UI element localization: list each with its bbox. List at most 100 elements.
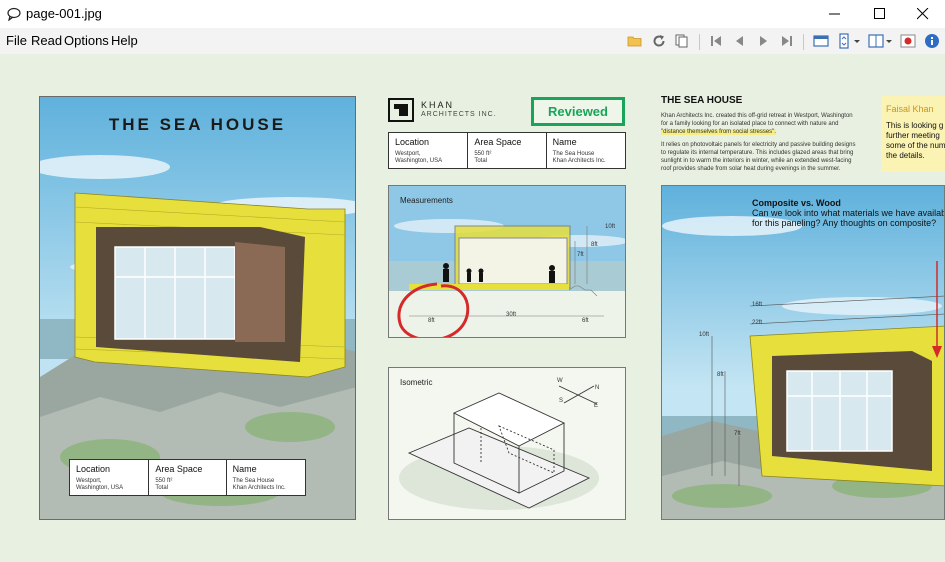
- para2-line3: sunlight in to warm the interiors in win…: [661, 158, 852, 164]
- menu-file[interactable]: File: [6, 33, 27, 48]
- para1-highlight: "distance themselves from social stresse…: [661, 129, 776, 135]
- zoom-icon[interactable]: [836, 33, 852, 49]
- isometric-panel: Isometric W N S E: [388, 367, 626, 520]
- isometric-drawing: [399, 385, 599, 510]
- para2-line2: to regulate its internal temperature. Th…: [661, 150, 854, 156]
- name-cell: Name The Sea House Khan Architects Inc.: [547, 133, 625, 168]
- note-line3: some of the num: [886, 141, 945, 150]
- para1-line1: Khan Architects Inc. created this off-gr…: [661, 113, 853, 119]
- minimize-icon: [829, 13, 840, 15]
- location-line2: Washington, USA: [76, 485, 124, 491]
- close-button[interactable]: [901, 0, 945, 28]
- title-bar: page-001.jpg: [0, 0, 945, 28]
- para1-line2: for a family looking for an isolated pla…: [661, 121, 839, 127]
- note-line4: the details.: [886, 151, 925, 160]
- menu-bar: File Read Options Help: [0, 28, 945, 54]
- location-line1: Westport,: [395, 151, 421, 157]
- record-icon[interactable]: [900, 33, 916, 49]
- name-line1: The Sea House: [232, 478, 275, 484]
- sea-house-illustration: [40, 97, 355, 519]
- chevron-down-icon[interactable]: [884, 33, 894, 49]
- prev-page-icon[interactable]: [732, 33, 748, 49]
- dim-8ft: 8ft: [717, 372, 724, 378]
- name-line2: Khan Architects Inc.: [552, 158, 606, 164]
- menu-read[interactable]: Read: [31, 33, 62, 48]
- right-illustration-page: Composite vs. Wood Can we look into what…: [661, 185, 945, 520]
- chevron-down-icon[interactable]: [852, 33, 862, 49]
- area-cell: Area Space 550 ft² Total: [149, 460, 227, 495]
- open-folder-icon[interactable]: [627, 33, 643, 49]
- name-cell: Name The Sea House Khan Architects Inc.: [227, 460, 305, 495]
- location-heading: Location: [395, 137, 430, 147]
- window-title: page-001.jpg: [26, 6, 102, 21]
- logo-subtitle: ARCHITECTS INC.: [421, 111, 497, 118]
- note-author: Faisal Khan: [886, 104, 934, 114]
- menu-help[interactable]: Help: [111, 33, 138, 48]
- name-line2: Khan Architects Inc.: [232, 485, 286, 491]
- area-line1: 550 ft²: [155, 478, 173, 484]
- maximize-icon: [874, 8, 885, 19]
- location-line2: Washington, USA: [395, 158, 443, 164]
- comment-line1: Can we look into what materials we have …: [752, 208, 945, 218]
- single-view-icon[interactable]: [813, 33, 829, 49]
- dim-7ft: 7ft: [734, 431, 741, 437]
- reviewed-stamp: Reviewed: [531, 97, 625, 126]
- area-line2: Total: [155, 485, 169, 491]
- maximize-button[interactable]: [858, 0, 902, 28]
- right-page-title: THE SEA HOUSE: [661, 95, 743, 106]
- comment-title: Composite vs. Wood: [752, 198, 841, 208]
- area-line1: 550 ft²: [474, 151, 492, 157]
- dim-8ft-bottom: 8ft: [428, 318, 435, 324]
- dim-7ft: 7ft: [577, 252, 584, 258]
- dim-6ft: 6ft: [582, 318, 589, 324]
- area-heading: Area Space: [474, 137, 522, 147]
- sticky-note[interactable]: Faisal Khan This is looking g further me…: [881, 96, 945, 172]
- next-page-icon[interactable]: [755, 33, 771, 49]
- company-logo: KHAN ARCHITECTS INC.: [388, 98, 496, 127]
- document-viewer[interactable]: THE SEA HOUSE Location Westport, Washing…: [0, 54, 945, 562]
- toolbar-separator: [803, 34, 804, 50]
- first-page-icon[interactable]: [708, 33, 724, 49]
- dim-16ft: 16ft: [752, 302, 763, 308]
- annotated-house-illustration: [662, 186, 944, 519]
- dim-10ft: 10ft: [605, 224, 616, 230]
- location-heading: Location: [76, 464, 111, 474]
- minimize-button[interactable]: [813, 0, 857, 28]
- menu-options[interactable]: Options: [64, 33, 109, 48]
- note-text: This is looking g further meeting some o…: [886, 121, 945, 161]
- compass-s: S: [559, 398, 564, 404]
- poster-info-table: Location Westport, Washington, USA Area …: [69, 459, 306, 496]
- measurements-panel: Measurements 10ft 8ft 7ft 8ft 30ft 6ft: [388, 185, 626, 338]
- right-paragraph-1: Khan Architects Inc. created this off-gr…: [661, 112, 876, 136]
- speech-bubble-icon: [7, 7, 21, 21]
- area-line2: Total: [474, 158, 488, 164]
- last-page-icon[interactable]: [779, 33, 795, 49]
- dim-30ft: 30ft: [506, 312, 517, 318]
- comment-text: Can we look into what materials we have …: [752, 208, 945, 228]
- copy-icon[interactable]: [674, 33, 690, 49]
- dim-22ft: 22ft: [752, 320, 763, 326]
- dim-8ft: 8ft: [591, 242, 598, 248]
- name-line1: The Sea House: [552, 151, 595, 157]
- name-heading: Name: [552, 137, 577, 147]
- rotate-icon[interactable]: [651, 33, 667, 49]
- location-line1: Westport,: [76, 478, 102, 484]
- note-line2: further meeting: [886, 131, 940, 140]
- note-line1: This is looking g: [886, 121, 944, 130]
- compass-n: N: [595, 385, 600, 391]
- comment-line2: for this paneling? Any thoughts on compo…: [752, 218, 937, 228]
- para2-line1: It relies on photovoltaic panels for ele…: [661, 142, 856, 148]
- middle-info-table: Location Westport, Washington, USA Area …: [388, 132, 626, 169]
- location-cell: Location Westport, Washington, USA: [70, 460, 150, 495]
- location-cell: Location Westport, Washington, USA: [389, 133, 469, 168]
- two-page-view-icon[interactable]: [868, 33, 884, 49]
- dim-10ft: 10ft: [699, 332, 710, 338]
- compass-w: W: [557, 378, 563, 384]
- info-icon[interactable]: [924, 33, 940, 49]
- para2-line4: roof provides shade from solar heat duri…: [661, 166, 841, 172]
- area-heading: Area Space: [155, 464, 203, 474]
- logo-mark-icon: [388, 98, 414, 122]
- measurements-label: Measurements: [400, 196, 453, 205]
- close-icon: [917, 8, 929, 20]
- right-paragraph-2: It relies on photovoltaic panels for ele…: [661, 141, 876, 173]
